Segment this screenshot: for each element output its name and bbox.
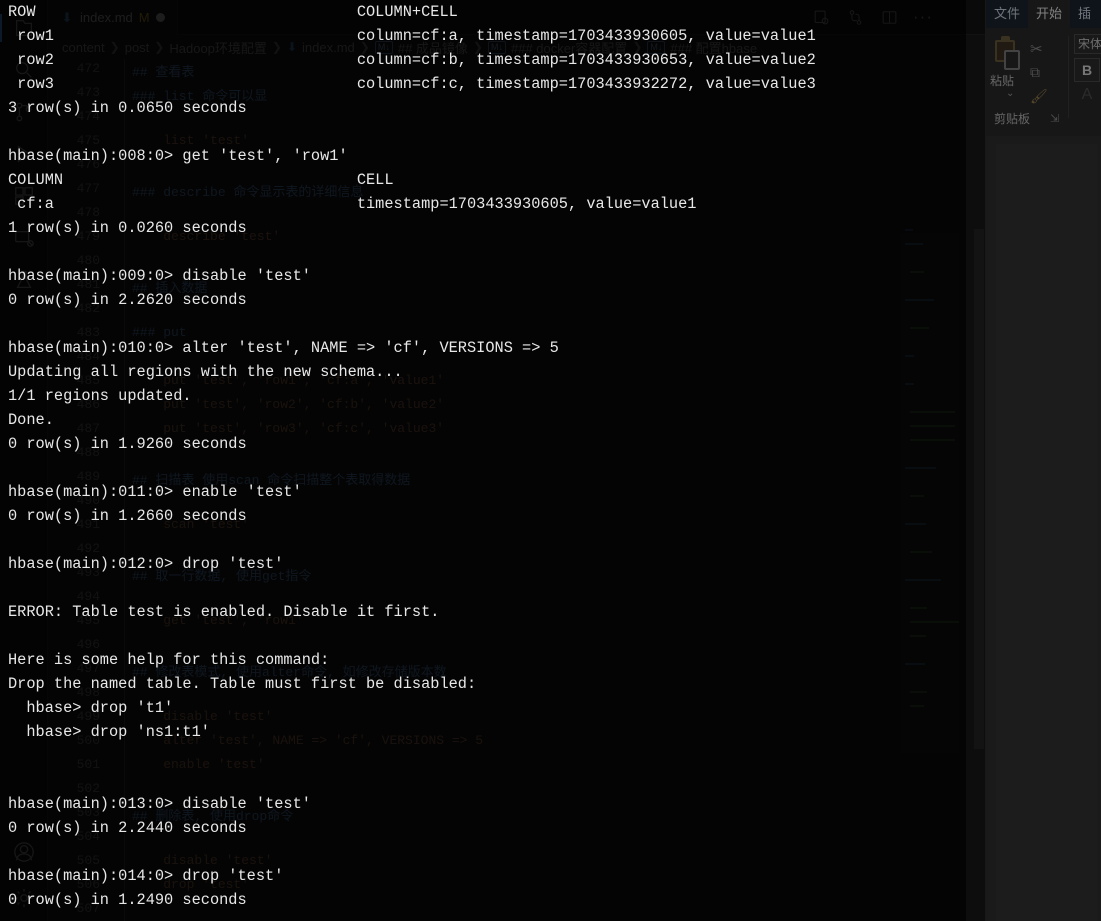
scrollbar-thumb[interactable] [974,229,984,749]
terminal-line: Updating all regions with the new schema… [8,363,403,381]
terminal-line: 3 row(s) in 0.0650 seconds [8,99,247,117]
office-window: 文件 开始 插 粘贴 ⌄ ✂ ⧉ 🖌 剪贴板 ⇲ 宋体 B A [985,0,1101,921]
terminal-line: ERROR: Table test is enabled. Disable it… [8,603,440,621]
terminal-line: 0 row(s) in 1.2660 seconds [8,507,247,525]
editor-scrollbar[interactable] [973,59,985,921]
terminal-line: Drop the named table. Table must first b… [8,675,477,693]
terminal-line: hbase> drop 'ns1:t1' [8,723,210,741]
ribbon-divider [1068,36,1069,118]
terminal-line: Here is some help for this command: [8,651,330,669]
font-family-select[interactable]: 宋体 [1074,34,1101,54]
office-ribbon: 粘贴 ⌄ ✂ ⧉ 🖌 剪贴板 ⇲ 宋体 B A [986,28,1101,136]
terminal-line: row1 column=cf:a, timestamp=170343393060… [8,27,816,45]
chevron-down-icon[interactable]: ⌄ [1006,88,1014,99]
terminal-line: hbase(main):014:0> drop 'test' [8,867,284,885]
scissors-icon[interactable]: ✂ [1030,40,1043,58]
screen-root: 文件 开始 插 粘贴 ⌄ ✂ ⧉ 🖌 剪贴板 ⇲ 宋体 B A ROW COLU… [0,0,1101,921]
terminal-line: row2 column=cf:b, timestamp=170343393065… [8,51,816,69]
clipboard-group-label: 剪贴板 [994,112,1031,126]
terminal-line: hbase> drop 't1' [8,699,174,717]
terminal-line: 1/1 regions updated. [8,387,192,405]
office-document-area[interactable] [986,136,1101,921]
terminal-line: 0 row(s) in 2.2620 seconds [8,291,247,309]
copy-icon[interactable]: ⧉ [1030,64,1040,81]
dialog-launcher-icon[interactable]: ⇲ [1050,112,1059,125]
terminal-line: hbase(main):009:0> disable 'test' [8,267,311,285]
office-tab-home[interactable]: 开始 [1028,0,1071,28]
terminal-line: Done. [8,411,54,429]
terminal-line: COLUMN CELL [8,171,394,189]
office-tab-insert[interactable]: 插 [1070,0,1099,28]
terminal-line: hbase(main):012:0> drop 'test' [8,555,284,573]
terminal-line: cf:a timestamp=1703433930605, value=valu… [8,195,697,213]
paste-icon[interactable] [992,36,1020,70]
office-ribbon-tabs: 文件 开始 插 [986,0,1101,28]
terminal-line: 1 row(s) in 0.0260 seconds [8,219,247,237]
font-color-button[interactable]: A [1074,86,1100,108]
office-tab-file[interactable]: 文件 [986,0,1028,28]
terminal-line: 0 row(s) in 1.9260 seconds [8,435,247,453]
terminal-line: hbase(main):010:0> alter 'test', NAME =>… [8,339,559,357]
terminal-line: hbase(main):013:0> disable 'test' [8,795,311,813]
office-page[interactable] [996,144,1098,921]
terminal-line: row3 column=cf:c, timestamp=170343393227… [8,75,816,93]
terminal-line: hbase(main):011:0> enable 'test' [8,483,302,501]
terminal-line: ROW COLUMN+CELL [8,3,458,21]
terminal-line: 0 row(s) in 1.2490 seconds [8,891,247,909]
font-group: 宋体 B A [1074,34,1101,108]
bold-button[interactable]: B [1074,58,1100,82]
terminal-panel[interactable]: ROW COLUMN+CELL row1 column=cf:a, timest… [0,0,966,921]
terminal-line: hbase(main):008:0> get 'test', 'row1' [8,147,348,165]
paste-label[interactable]: 粘贴 [990,72,1014,89]
format-painter-icon[interactable]: 🖌 [1030,88,1048,105]
terminal-line: 0 row(s) in 2.2440 seconds [8,819,247,837]
clipboard-group: 粘贴 ⌄ ✂ ⧉ 🖌 剪贴板 ⇲ [988,32,1064,132]
